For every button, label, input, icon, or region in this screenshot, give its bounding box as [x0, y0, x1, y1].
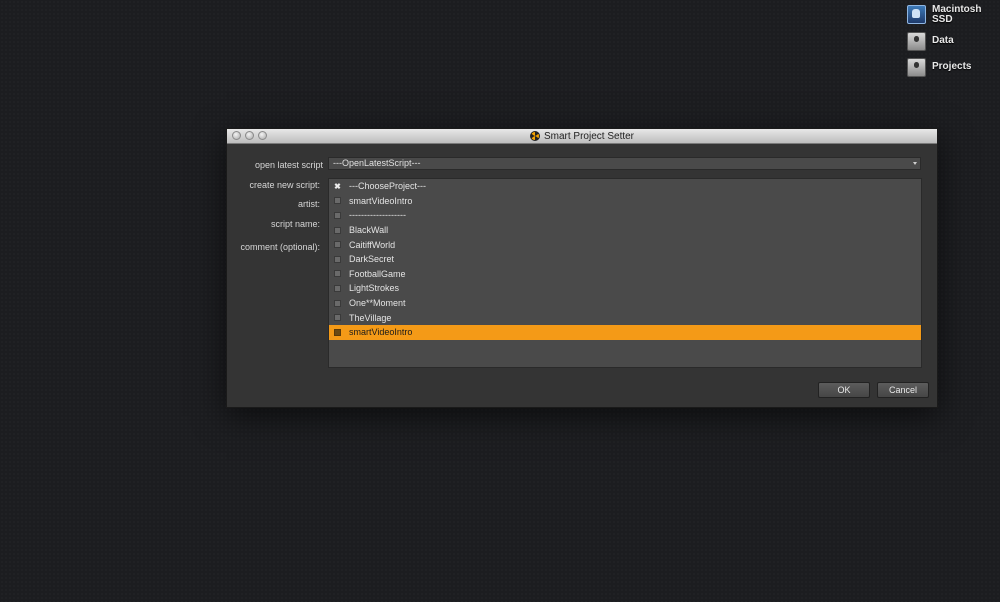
checkbox-icon [334, 226, 341, 234]
list-item-label: CaitiffWorld [349, 239, 396, 250]
list-item-label: LightStrokes [349, 283, 400, 294]
cancel-button[interactable]: Cancel [877, 382, 929, 398]
list-item-label: smartVideoIntro [349, 327, 413, 338]
desktop-icon-data[interactable]: Data [907, 32, 954, 51]
ok-button[interactable]: OK [818, 382, 870, 398]
window-title-group: Smart Project Setter [227, 129, 937, 143]
checkbox-icon [334, 299, 341, 307]
list-item-label: ------------------- [349, 210, 406, 221]
desktop-icon-label-line2: SSD [932, 14, 953, 25]
list-item-label: ---ChooseProject--- [349, 181, 427, 192]
list-item[interactable]: One**Moment [329, 296, 921, 311]
chevron-down-icon [913, 162, 917, 165]
desktop-icon-macintosh-ssd[interactable]: Macintosh SSD [907, 5, 981, 25]
list-item-selected[interactable]: smartVideoIntro [329, 324, 921, 340]
list-item-label: smartVideoIntro [349, 195, 413, 206]
desktop-icon-label: Macintosh SSD [932, 5, 981, 25]
project-dropdown-list[interactable]: ✖ ---ChooseProject--- smartVideoIntro --… [328, 178, 922, 368]
hard-drive-icon [907, 58, 926, 77]
list-item[interactable]: LightStrokes [329, 281, 921, 296]
open-latest-script-label: open latest script [254, 160, 323, 170]
checkbox-icon [334, 314, 341, 322]
list-item[interactable]: CaitiffWorld [329, 237, 921, 252]
desktop-icon-label: Projects [932, 61, 972, 72]
window-title: Smart Project Setter [543, 130, 635, 142]
checkbox-icon [334, 211, 341, 219]
list-item[interactable]: FootballGame [329, 267, 921, 282]
hard-drive-icon [907, 32, 926, 51]
list-item-label: DarkSecret [349, 254, 395, 265]
desktop-icon-label: Data [932, 35, 954, 46]
checkbox-icon [334, 241, 341, 249]
list-item[interactable]: ✖ ---ChooseProject--- [329, 179, 921, 194]
list-separator: ------------------- [329, 208, 921, 223]
script-name-label: script name: [270, 219, 320, 229]
list-item-label: One**Moment [349, 298, 406, 309]
create-new-script-label: create new script: [249, 180, 320, 190]
x-icon: ✖ [334, 181, 341, 191]
list-item[interactable]: BlackWall [329, 223, 921, 238]
open-latest-script-dropdown[interactable]: ---OpenLatestScript--- [328, 157, 921, 170]
hard-drive-icon [907, 5, 926, 24]
comment-label: comment (optional): [240, 242, 320, 252]
list-item-label: FootballGame [349, 268, 406, 279]
list-item[interactable]: DarkSecret [329, 252, 921, 267]
list-item[interactable]: TheVillage [329, 310, 921, 325]
list-item[interactable]: smartVideoIntro [329, 194, 921, 209]
checkbox-icon [334, 255, 341, 263]
open-latest-script-value: ---OpenLatestScript--- [333, 158, 421, 168]
checkbox-icon [334, 270, 341, 278]
checkbox-icon [334, 284, 341, 292]
list-item-label: TheVillage [349, 312, 392, 323]
list-item-label: BlackWall [349, 225, 389, 236]
title-bar[interactable]: Smart Project Setter [227, 129, 937, 144]
smart-project-setter-window: Smart Project Setter open latest script … [226, 128, 938, 408]
desktop-icon-projects[interactable]: Projects [907, 58, 971, 77]
checkbox-icon [334, 197, 341, 205]
nuke-icon [529, 131, 540, 141]
checkbox-icon [334, 328, 341, 336]
artist-label: artist: [297, 199, 320, 209]
